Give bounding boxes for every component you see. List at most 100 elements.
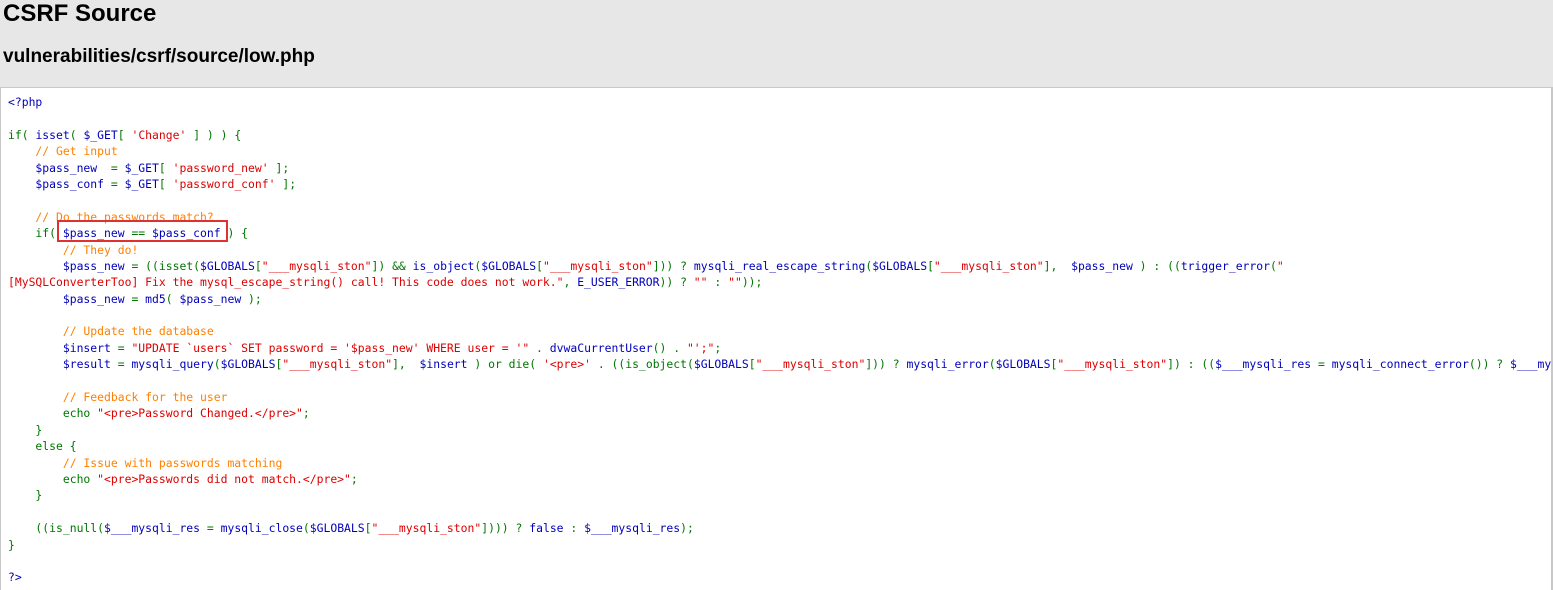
code-token: = ((isset(	[131, 258, 201, 273]
code-token: $GLOBALS	[220, 357, 276, 372]
code-line: if( isset( $_GET[ 'Change' ] ) ) {	[8, 127, 1551, 143]
code-token: (	[1269, 258, 1277, 273]
code-token: (	[213, 357, 221, 372]
code-token: else {	[8, 439, 77, 454]
code-token: "___mysqli_ston"	[261, 258, 372, 273]
code-line: // Issue with passwords matching	[8, 455, 1551, 471]
code-line: // Do the passwords match?	[8, 209, 1551, 225]
code-token: if(	[8, 226, 63, 241]
code-token: $pass_new	[8, 258, 132, 273]
code-token: $___mysqli_res	[584, 521, 681, 536]
code-token: echo	[8, 471, 98, 486]
code-token: =	[131, 291, 146, 306]
code-token: ;	[714, 340, 722, 355]
code-token: $pass_conf	[8, 176, 111, 191]
code-token: '<pre>'	[542, 357, 591, 372]
code-token: ]) : ((	[1167, 357, 1216, 372]
code-token: [	[536, 258, 543, 273]
code-token: "';"	[686, 340, 715, 355]
code-line: if( $pass_new == $pass_conf ) {	[8, 225, 1551, 241]
code-token: "	[1276, 258, 1284, 273]
code-token: .	[529, 340, 550, 355]
code-token: if(	[8, 127, 36, 142]
code-token: ) {	[227, 226, 249, 241]
code-token: }	[8, 537, 15, 552]
code-token: "___mysqli_ston"	[755, 357, 866, 372]
code-token: $pass_new	[8, 160, 111, 175]
code-line: echo "<pre>Password Changed.</pre>";	[8, 405, 1551, 421]
code-token: false	[529, 521, 571, 536]
code-token: $GLOBALS	[693, 357, 749, 372]
code-token: is_object	[412, 258, 475, 273]
code-line: $pass_new = md5( $pass_new );	[8, 291, 1551, 307]
code-token: ];	[275, 176, 297, 191]
code-token: [	[748, 357, 756, 372]
code-line: $pass_conf = $_GET[ 'password_conf' ];	[8, 176, 1551, 192]
code-token: :	[707, 275, 729, 290]
code-line: }	[8, 422, 1551, 438]
code-line: $pass_new = ((isset($GLOBALS["___mysqli_…	[8, 258, 1551, 274]
code-line: // Feedback for the user	[8, 389, 1551, 405]
code-token: "___mysqli_ston"	[1057, 357, 1168, 372]
code-line: echo "<pre>Passwords did not match.</pre…	[8, 471, 1551, 487]
code-token: md5	[145, 291, 166, 306]
code-token: [	[117, 127, 132, 142]
code-token: ])) ?	[865, 357, 907, 372]
code-token: )) ?	[659, 275, 694, 290]
code-token: ]))) ?	[481, 521, 530, 536]
code-token: // Issue with passwords matching	[8, 455, 283, 470]
code-token: =	[206, 521, 221, 536]
code-token: mysqli_close	[220, 521, 303, 536]
code-token: "___mysqli_ston"	[933, 258, 1044, 273]
code-token: ])) ?	[652, 258, 694, 273]
code-token: [MySQLConverterToo] Fix the mysql_escape…	[8, 275, 564, 290]
code-token: [	[158, 160, 173, 175]
code-line: [MySQLConverterToo] Fix the mysql_escape…	[8, 274, 1551, 290]
code-token: =	[117, 340, 132, 355]
source-code-panel[interactable]: <?php if( isset( $_GET[ 'Change' ] ) ) {…	[0, 87, 1551, 590]
code-token: (	[69, 127, 84, 142]
code-token: E_USER_ERROR	[577, 275, 660, 290]
code-token: $result	[8, 357, 118, 372]
source-file-path: vulnerabilities/csrf/source/low.php	[3, 46, 315, 67]
code-token: ) or die(	[474, 357, 543, 372]
code-token: // Update the database	[8, 324, 214, 339]
code-token: =	[110, 176, 125, 191]
code-token: // They do!	[8, 242, 139, 257]
code-token: $pass_new	[1071, 258, 1140, 273]
code-token: ));	[741, 275, 763, 290]
code-token: ],	[1043, 258, 1072, 273]
php-source-code: <?php if( isset( $_GET[ 'Change' ] ) ) {…	[8, 94, 1551, 586]
code-token: [	[158, 176, 173, 191]
code-token: // Get input	[8, 144, 118, 159]
code-token: (	[302, 521, 310, 536]
code-token: "<pre>Passwords did not match.</pre>"	[97, 471, 351, 486]
code-token: ""	[693, 275, 708, 290]
code-token: $pass_new	[179, 291, 249, 306]
code-line: }	[8, 537, 1551, 553]
code-token: $pass_new	[8, 291, 132, 306]
code-token: [	[254, 258, 262, 273]
code-line: // Get input	[8, 143, 1551, 159]
code-token: );	[680, 521, 694, 536]
code-token: $_GET	[83, 127, 118, 142]
code-token: ;	[350, 471, 358, 486]
code-line: ((is_null($___mysqli_res = mysqli_close(…	[8, 520, 1551, 536]
code-token: (	[165, 291, 180, 306]
code-token: "<pre>Password Changed.</pre>"	[97, 406, 303, 421]
code-token: $___mysqli_res	[1510, 357, 1551, 372]
code-token: 'password_new'	[172, 160, 269, 175]
page-title: CSRF Source	[3, 0, 157, 27]
code-line: // They do!	[8, 242, 1551, 258]
highlight-annotation-box	[57, 220, 228, 242]
code-token: $_GET	[124, 176, 159, 191]
code-token: $GLOBALS	[995, 357, 1051, 372]
code-line: $result = mysqli_query($GLOBALS["___mysq…	[8, 356, 1551, 372]
code-line: else {	[8, 438, 1551, 454]
code-token: () .	[652, 340, 687, 355]
code-token: =	[110, 160, 125, 175]
